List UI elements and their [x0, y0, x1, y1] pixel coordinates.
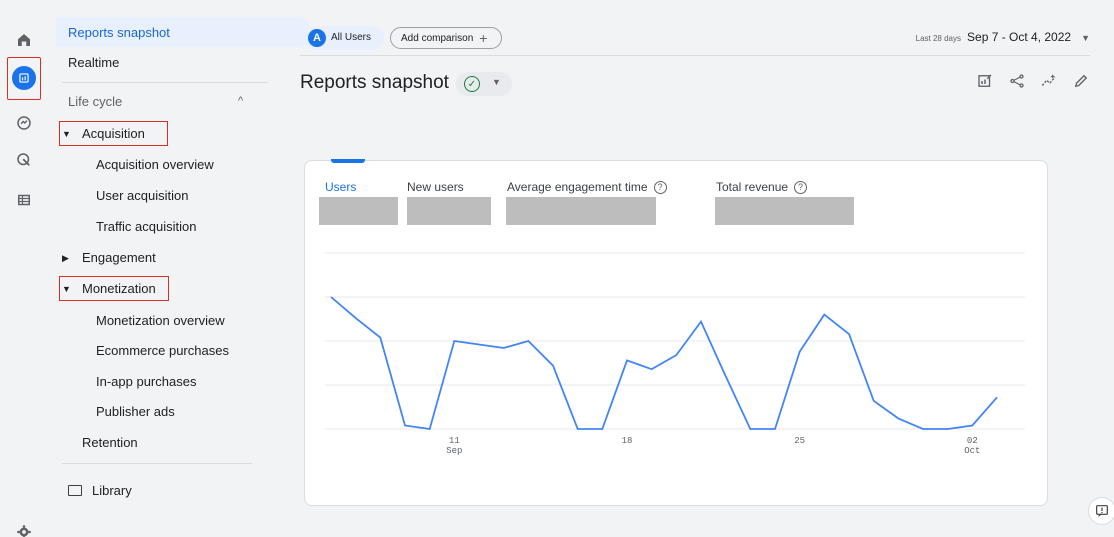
reports-icon[interactable]	[12, 66, 36, 90]
explore-icon[interactable]	[12, 111, 36, 135]
ecommerce-purchases-label: Ecommerce purchases	[96, 342, 229, 358]
report-toolbar	[976, 72, 1090, 90]
plus-icon: +	[479, 30, 488, 46]
check-circle-icon: ✓	[464, 76, 480, 92]
x-tick-sublabel: Sep	[446, 446, 462, 456]
monetization-overview-label: Monetization overview	[96, 312, 225, 328]
feedback-icon	[1096, 505, 1108, 517]
segment-label: All Users	[331, 32, 372, 43]
settings-gear-icon[interactable]	[12, 520, 36, 537]
caret-right-icon[interactable]: ▶	[62, 253, 69, 264]
nav-lifecycle-header[interactable]: Life cycle	[68, 87, 122, 115]
caret-down-icon[interactable]: ▼	[62, 284, 71, 294]
page-title: Reports snapshot	[300, 72, 449, 93]
monetization-label: Monetization	[82, 280, 156, 296]
add-comparison-button[interactable]: Add comparison +	[390, 27, 502, 49]
chevron-up-icon[interactable]: ^	[238, 95, 243, 107]
nav-retention[interactable]: Retention	[82, 428, 138, 456]
divider	[62, 463, 252, 464]
add-comparison-label: Add comparison	[401, 32, 474, 44]
users-line-chart: 11Sep 18 25 02Oct	[325, 252, 1025, 456]
folder-icon	[68, 484, 82, 496]
nav-realtime-label: Realtime	[68, 54, 120, 70]
nav-realtime[interactable]: Realtime	[68, 48, 119, 76]
segment-badge: A	[308, 29, 326, 47]
x-tick-label: 02	[967, 436, 978, 446]
user-acquisition-label: User acquisition	[96, 187, 189, 203]
top-bar: All Users A Add comparison + Last 28 day…	[280, 22, 1114, 52]
date-range-selector[interactable]: Last 28 days Sep 7 - Oct 4, 2022 ▼	[916, 30, 1090, 44]
engagement-label: Engagement	[82, 249, 156, 265]
date-range-value: Sep 7 - Oct 4, 2022	[967, 30, 1072, 44]
advertising-icon[interactable]	[12, 148, 36, 172]
nav-publisher-ads[interactable]: Publisher ads	[96, 397, 175, 425]
nav-reports-snapshot[interactable]: Reports snapshot	[56, 17, 311, 47]
caret-down-icon: ▼	[1081, 33, 1090, 43]
library-label: Library	[92, 482, 132, 498]
nav-acquisition-overview[interactable]: Acquisition overview	[96, 150, 214, 178]
publisher-ads-label: Publisher ads	[96, 403, 175, 419]
caret-down-icon[interactable]: ▼	[62, 129, 71, 139]
nav-user-acquisition[interactable]: User acquisition	[96, 181, 189, 209]
x-tick-label: 11	[449, 436, 460, 446]
divider	[300, 55, 1090, 56]
traffic-acquisition-label: Traffic acquisition	[96, 218, 197, 234]
reports-nav: Reports snapshot Realtime Life cycle ^ ▼…	[48, 0, 311, 537]
feedback-button[interactable]	[1088, 497, 1114, 525]
x-tick-label: 25	[794, 436, 805, 446]
x-tick-sublabel: Oct	[964, 446, 980, 456]
main-content: All Users A Add comparison + Last 28 day…	[280, 0, 1114, 537]
home-icon[interactable]	[12, 28, 36, 52]
nav-monetization-overview[interactable]: Monetization overview	[96, 306, 225, 334]
configure-icon[interactable]	[12, 188, 36, 212]
share-icon[interactable]	[1008, 72, 1026, 90]
lifecycle-label: Life cycle	[68, 93, 123, 109]
nav-reports-snapshot-label: Reports snapshot	[68, 25, 170, 40]
nav-library[interactable]: Library	[68, 476, 132, 504]
users-series-line	[330, 296, 998, 431]
nav-traffic-acquisition[interactable]: Traffic acquisition	[96, 212, 196, 240]
acquisition-label: Acquisition	[82, 125, 145, 141]
customize-report-icon[interactable]	[976, 72, 994, 90]
nav-acquisition[interactable]: Acquisition	[82, 119, 145, 147]
x-tick-label: 18	[622, 436, 633, 446]
nav-ecommerce-purchases[interactable]: Ecommerce purchases	[96, 336, 229, 364]
retention-label: Retention	[82, 434, 138, 450]
insights-icon[interactable]	[1040, 72, 1058, 90]
nav-monetization[interactable]: Monetization	[82, 274, 156, 302]
report-status-chip[interactable]: ✓ ▼	[456, 72, 512, 96]
divider	[62, 82, 268, 83]
acquisition-overview-label: Acquisition overview	[96, 156, 214, 172]
nav-in-app-purchases[interactable]: In-app purchases	[96, 367, 196, 395]
overview-card: Users New users Average engagement time …	[304, 159, 1048, 506]
nav-engagement[interactable]: Engagement	[82, 243, 156, 271]
left-rail	[0, 0, 48, 537]
in-app-purchases-label: In-app purchases	[96, 373, 197, 389]
caret-down-icon: ▼	[492, 77, 501, 87]
edit-pencil-icon[interactable]	[1072, 72, 1090, 90]
date-range-label: Last 28 days	[915, 34, 962, 43]
